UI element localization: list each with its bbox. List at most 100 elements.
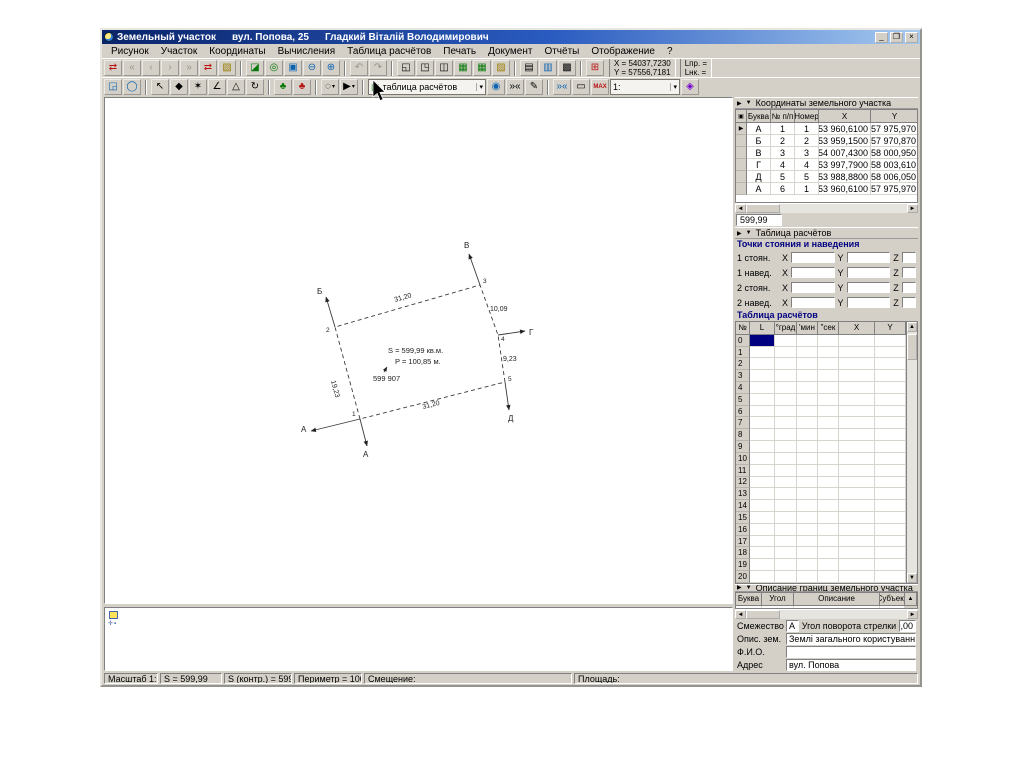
grid-row-header[interactable]: 18 [736, 547, 750, 560]
cell[interactable]: Г [747, 159, 771, 171]
grid-column-header[interactable]: "сек [818, 322, 839, 335]
scale-combo[interactable]: 1: ▾ [610, 79, 680, 95]
grid-cell[interactable] [775, 511, 797, 524]
grid-cell[interactable] [839, 334, 875, 347]
grid-row-header[interactable]: 14 [736, 500, 750, 512]
adjacency-field[interactable]: А [786, 620, 799, 632]
cell[interactable]: 4 [795, 159, 819, 171]
grid-cell[interactable] [839, 547, 875, 560]
grid-cell[interactable] [818, 488, 839, 501]
grid-cell[interactable] [839, 393, 875, 406]
restore-button[interactable]: ❐ [890, 31, 903, 43]
grid-cell[interactable] [775, 382, 797, 394]
select-arrow-button[interactable]: ↖ [151, 79, 169, 95]
scroll-up-icon[interactable]: ▲ [907, 322, 917, 332]
column-header[interactable]: Номер [795, 110, 819, 123]
grid-cell[interactable] [875, 452, 906, 465]
grid-cell[interactable] [750, 523, 775, 536]
grid-row-header[interactable]: 3 [736, 370, 750, 383]
grid-cell[interactable] [797, 464, 818, 477]
grid-cell[interactable] [750, 571, 775, 583]
grid-cell[interactable] [775, 500, 797, 512]
panel-collapse-icon[interactable]: ▼ [746, 230, 752, 236]
grid-row[interactable]: 9 [736, 441, 906, 453]
grid-row-header[interactable]: 16 [736, 523, 750, 536]
grid-cell[interactable] [839, 571, 875, 583]
grid-cell[interactable] [797, 559, 818, 572]
grid-row-header[interactable]: 4 [736, 382, 750, 394]
grid-cell[interactable] [875, 393, 906, 406]
row-selector[interactable] [736, 147, 747, 159]
coords-hscrollbar[interactable]: ◄ ► [735, 203, 918, 213]
grid-cell[interactable] [875, 476, 906, 489]
column-header[interactable]: Буква [747, 110, 771, 123]
grid-cell[interactable] [775, 334, 797, 347]
zoom-frame-button[interactable]: ▣ [284, 60, 302, 76]
grid-cell[interactable] [839, 346, 875, 359]
grid-cell[interactable] [839, 559, 875, 572]
lower-view-pane[interactable]: ✛▪ [104, 607, 733, 671]
measure-length-button[interactable]: △ [227, 79, 245, 95]
grid-cell[interactable] [875, 441, 906, 453]
scroll-thumb[interactable] [746, 610, 780, 619]
grid-cell[interactable] [875, 370, 906, 383]
cell[interactable]: 53 960,6100 [819, 183, 871, 195]
menu-item[interactable]: Документ [482, 46, 538, 57]
pan-hand-button[interactable]: ◆ [170, 79, 188, 95]
address-field[interactable]: вул. Попова [786, 659, 916, 671]
grid-cell[interactable] [775, 559, 797, 572]
table-row[interactable]: Б 2 2 53 959,1500 57 970,870 [736, 135, 917, 147]
grid-cell[interactable] [839, 405, 875, 418]
crosshair-grid-button[interactable]: ⊞ [586, 60, 604, 76]
view-cascade-button[interactable]: ◫ [435, 60, 453, 76]
grid-row-header[interactable]: 15 [736, 511, 750, 524]
grid-cell[interactable] [839, 464, 875, 477]
row-selector[interactable] [736, 135, 747, 147]
grid-row-header[interactable]: 10 [736, 452, 750, 465]
grid-cell[interactable] [875, 405, 906, 418]
point-x-field[interactable] [791, 267, 835, 278]
scroll-down-icon[interactable]: ▼ [907, 573, 917, 583]
panel-collapse-icon[interactable]: ▼ [746, 100, 752, 106]
grid-cell[interactable] [839, 488, 875, 501]
menu-item[interactable]: Печать [437, 46, 482, 57]
grid-cell[interactable] [875, 559, 906, 572]
table-row[interactable]: Д 5 5 53 988,8800 58 006,050 [736, 171, 917, 183]
grid-cell[interactable] [750, 417, 775, 430]
cell[interactable]: 1 [771, 123, 795, 135]
grid-cell[interactable] [818, 405, 839, 418]
grid-cell[interactable] [775, 417, 797, 430]
grid-cell[interactable] [875, 429, 906, 442]
cell[interactable]: 57 975,970 [871, 183, 917, 195]
grid-cell[interactable] [875, 571, 906, 583]
point-y-field[interactable] [846, 252, 890, 263]
grid-cell[interactable] [839, 511, 875, 524]
grid-row[interactable]: 17 [736, 535, 906, 548]
cell[interactable]: 5 [771, 171, 795, 183]
grid-cell[interactable] [818, 441, 839, 453]
grid-column-header[interactable]: Y [875, 322, 906, 335]
menu-item[interactable]: Отчёты [538, 46, 585, 57]
pan-zoom-button[interactable]: ◯ [123, 79, 141, 95]
title-bar[interactable]: Земельный участок вул. Попова, 25 Гладки… [102, 30, 920, 44]
grid-cell[interactable] [818, 523, 839, 536]
grid-row[interactable]: 0 [736, 334, 906, 347]
table-row[interactable]: ▶ А 1 1 53 960,6100 57 975,970 [736, 123, 917, 135]
scroll-right-icon[interactable]: ► [907, 204, 918, 213]
grid-cell[interactable] [775, 476, 797, 489]
post-exchange-button[interactable]: ⇄ [199, 60, 217, 76]
grid-row-header[interactable]: 12 [736, 476, 750, 489]
grid-cell[interactable] [875, 464, 906, 477]
grid-cell[interactable] [875, 535, 906, 548]
point-y-field[interactable] [846, 297, 890, 308]
cell[interactable]: 57 970,870 [871, 135, 917, 147]
grid-row-header[interactable]: 6 [736, 405, 750, 418]
grid-cell[interactable] [818, 511, 839, 524]
open-project-folder-button[interactable]: ▧ [218, 60, 236, 76]
grid-cell[interactable] [818, 382, 839, 394]
grid-cell[interactable] [797, 535, 818, 548]
grid-cell[interactable] [839, 452, 875, 465]
grid-cell[interactable] [750, 393, 775, 406]
grid-cell[interactable] [839, 417, 875, 430]
ruler-scale-button[interactable]: ▭ [572, 79, 590, 95]
